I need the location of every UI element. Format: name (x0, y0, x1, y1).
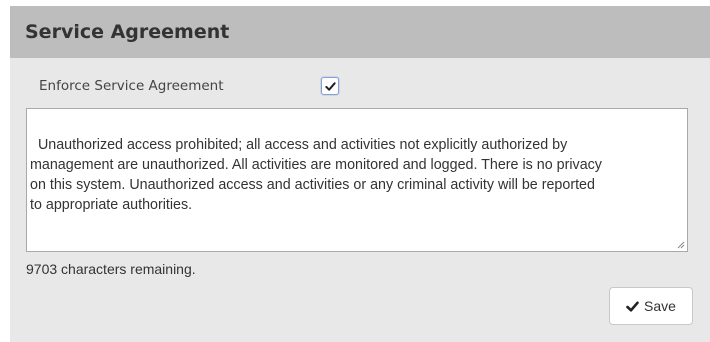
check-icon (626, 301, 639, 312)
panel-header: Service Agreement (10, 6, 710, 58)
service-agreement-text: Unauthorized access prohibited; all acce… (30, 137, 602, 213)
panel-title: Service Agreement (25, 21, 230, 43)
service-agreement-textarea[interactable]: Unauthorized access prohibited; all acce… (26, 108, 688, 252)
save-button-label: Save (644, 298, 676, 314)
resize-grip-icon[interactable] (677, 241, 685, 249)
enforce-service-agreement-row: Enforce Service Agreement (39, 77, 339, 95)
check-icon (324, 81, 336, 91)
enforce-service-agreement-label: Enforce Service Agreement (39, 78, 224, 94)
save-button[interactable]: Save (609, 287, 693, 325)
characters-remaining: 9703 characters remaining. (26, 261, 196, 277)
enforce-service-agreement-checkbox[interactable] (321, 77, 339, 95)
